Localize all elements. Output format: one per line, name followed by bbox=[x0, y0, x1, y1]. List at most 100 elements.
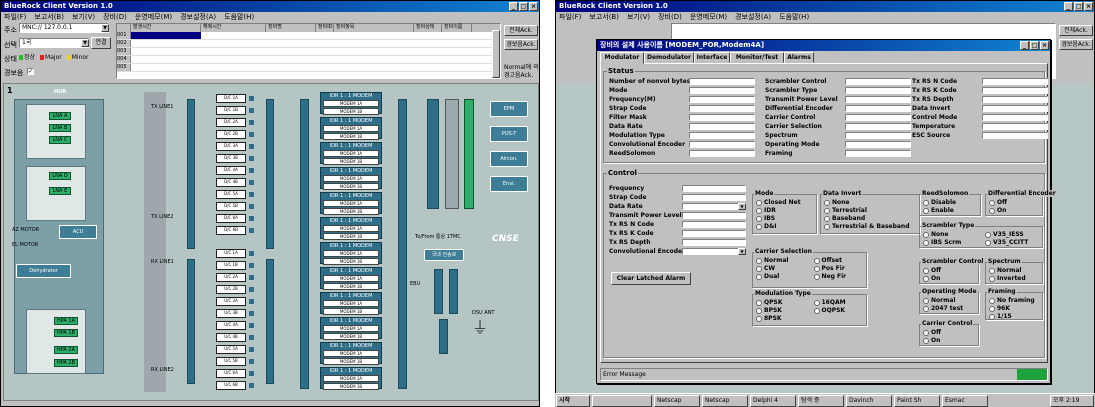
modem-b[interactable]: MODEM 1B bbox=[323, 108, 379, 115]
idr-modem[interactable]: IDR 1 : 1 MODEM MODEM 1A MODEM 1B bbox=[320, 217, 382, 240]
radio-option[interactable]: Pos Fir bbox=[813, 265, 845, 272]
side-control-button[interactable]: Aircon. bbox=[490, 151, 528, 167]
alarm-row[interactable]: 005 bbox=[117, 64, 500, 72]
dialog-close-button[interactable]: × bbox=[1040, 41, 1049, 50]
radio-button[interactable] bbox=[813, 299, 820, 306]
radio-button[interactable] bbox=[923, 199, 929, 206]
radio-button[interactable] bbox=[923, 275, 929, 282]
alarm-header[interactable]: 발생시간 bbox=[131, 24, 201, 32]
menu-item[interactable]: 도움말(H) bbox=[779, 12, 809, 22]
radio-button[interactable] bbox=[989, 313, 995, 320]
acu-button[interactable]: ACU bbox=[59, 225, 97, 239]
idr-modem[interactable]: IDR 1 : 1 MODEM MODEM 1A MODEM 1B bbox=[320, 367, 382, 390]
lna-amplifier[interactable]: LNA B bbox=[49, 124, 71, 132]
maximize-button[interactable]: □ bbox=[519, 2, 528, 11]
radio-button[interactable] bbox=[923, 239, 929, 246]
minimize-button[interactable]: _ bbox=[509, 2, 518, 11]
idr-modem[interactable]: IDR 1 : 1 MODEM MODEM 1A MODEM 1B bbox=[320, 242, 382, 265]
radio-button[interactable] bbox=[989, 275, 995, 282]
control-dropdown[interactable]: ▼ bbox=[738, 248, 746, 255]
idr-modem[interactable]: IDR 1 : 1 MODEM MODEM 1A MODEM 1B bbox=[320, 267, 382, 290]
radio-option[interactable]: Off bbox=[923, 267, 941, 274]
radio-option[interactable]: No framing bbox=[989, 297, 1035, 304]
alarm-scrollbar[interactable] bbox=[492, 30, 500, 78]
control-input[interactable] bbox=[682, 221, 746, 228]
radio-option[interactable]: Terrestrial bbox=[824, 207, 867, 214]
radio-option[interactable]: 1/15 bbox=[989, 313, 1012, 320]
taskbar-item[interactable]: Netscap bbox=[654, 395, 700, 407]
tab-demodulator[interactable]: Demodulator bbox=[644, 52, 694, 63]
close-button[interactable]: × bbox=[529, 2, 538, 11]
radio-option[interactable]: IBS bbox=[756, 215, 775, 222]
modem-b[interactable]: MODEM 1B bbox=[323, 383, 379, 390]
alarm-header[interactable]: 해제시간 bbox=[201, 24, 266, 32]
radio-option[interactable]: Closed Net bbox=[756, 199, 801, 206]
radio-button[interactable] bbox=[824, 207, 830, 214]
idr-modem[interactable]: IDR 1 : 1 MODEM MODEM 1A MODEM 1B bbox=[320, 192, 382, 215]
menu-item[interactable]: 보기(V) bbox=[72, 12, 95, 22]
menu-item[interactable]: 장비(D) bbox=[103, 12, 127, 22]
side-control-button[interactable]: EPM bbox=[490, 101, 528, 117]
downconverter[interactable]: D/C 6B bbox=[216, 226, 246, 235]
alarm-row[interactable]: 003 bbox=[117, 48, 500, 56]
radio-button[interactable] bbox=[923, 267, 929, 274]
upconverter[interactable]: U/C 5A bbox=[216, 345, 246, 354]
modem-b[interactable]: MODEM 1B bbox=[323, 283, 379, 290]
radio-option[interactable]: Offset bbox=[813, 257, 842, 264]
radio-button[interactable] bbox=[756, 199, 762, 206]
upconverter[interactable]: U/C 4A bbox=[216, 321, 246, 330]
tab-interface[interactable]: Interface bbox=[694, 52, 730, 63]
modem-b[interactable]: MODEM 1B bbox=[323, 358, 379, 365]
radio-button[interactable] bbox=[824, 199, 830, 206]
hpa-amplifier[interactable]: HPA 1B bbox=[54, 329, 78, 337]
control-input[interactable] bbox=[682, 194, 746, 201]
radio-option[interactable]: Enable bbox=[923, 207, 954, 214]
station-select[interactable]: 1국 bbox=[19, 38, 89, 48]
radio-button[interactable] bbox=[989, 305, 995, 312]
radio-button[interactable] bbox=[923, 329, 929, 336]
radio-option[interactable]: Normal bbox=[923, 297, 955, 304]
upconverter[interactable]: U/C 2B bbox=[216, 285, 246, 294]
right-minimize-button[interactable]: _ bbox=[1064, 2, 1073, 11]
radio-option[interactable]: 96K bbox=[989, 305, 1010, 312]
radio-button[interactable] bbox=[813, 273, 820, 280]
radio-button[interactable] bbox=[813, 265, 820, 272]
radio-button[interactable] bbox=[756, 223, 762, 230]
radio-option[interactable]: D&I bbox=[756, 223, 776, 230]
radio-button[interactable] bbox=[824, 223, 830, 230]
tab-modulator[interactable]: Modulator bbox=[600, 52, 644, 64]
menu-item[interactable]: 파일(F) bbox=[4, 12, 26, 22]
upconverter[interactable]: U/C 1A bbox=[216, 249, 246, 258]
modem-a[interactable]: MODEM 1A bbox=[323, 350, 379, 357]
radio-button[interactable] bbox=[756, 273, 762, 280]
radio-button[interactable] bbox=[756, 207, 762, 214]
upconverter[interactable]: U/C 6A bbox=[216, 369, 246, 378]
modem-a[interactable]: MODEM 1A bbox=[323, 325, 379, 332]
alarm-row[interactable]: 001 bbox=[117, 32, 500, 40]
station-dropdown-button[interactable]: ▼ bbox=[81, 39, 89, 47]
downconverter[interactable]: D/C 1B bbox=[216, 106, 246, 115]
modem-b[interactable]: MODEM 1B bbox=[323, 233, 379, 240]
downconverter[interactable]: D/C 5B bbox=[216, 202, 246, 211]
taskbar-item[interactable]: Delphi 4 bbox=[750, 395, 796, 407]
lna-amplifier[interactable]: LNA E bbox=[49, 187, 71, 195]
control-input[interactable] bbox=[682, 230, 746, 237]
modem-a[interactable]: MODEM 1A bbox=[323, 150, 379, 157]
upconverter[interactable]: U/C 3A bbox=[216, 297, 246, 306]
menu-item[interactable]: 장비(D) bbox=[658, 12, 682, 22]
radio-button[interactable] bbox=[756, 265, 762, 272]
modem-a[interactable]: MODEM 1A bbox=[323, 200, 379, 207]
radio-option[interactable]: IBS Scrm bbox=[923, 239, 961, 246]
control-input[interactable] bbox=[682, 203, 746, 210]
radio-option[interactable]: Terrestrial & Baseband bbox=[824, 223, 910, 230]
radio-button[interactable] bbox=[985, 231, 991, 238]
right-maximize-button[interactable]: □ bbox=[1074, 2, 1083, 11]
tab-alarms[interactable]: Alarms bbox=[784, 52, 814, 63]
taskbar-item[interactable]: Paint Sh bbox=[894, 395, 940, 407]
radio-option[interactable]: CW bbox=[756, 265, 775, 272]
modem-b[interactable]: MODEM 1B bbox=[323, 158, 379, 165]
modem-b[interactable]: MODEM 1B bbox=[323, 258, 379, 265]
radio-button[interactable] bbox=[756, 315, 762, 322]
radio-option[interactable]: None bbox=[824, 199, 849, 206]
radio-option[interactable]: Off bbox=[923, 329, 941, 336]
